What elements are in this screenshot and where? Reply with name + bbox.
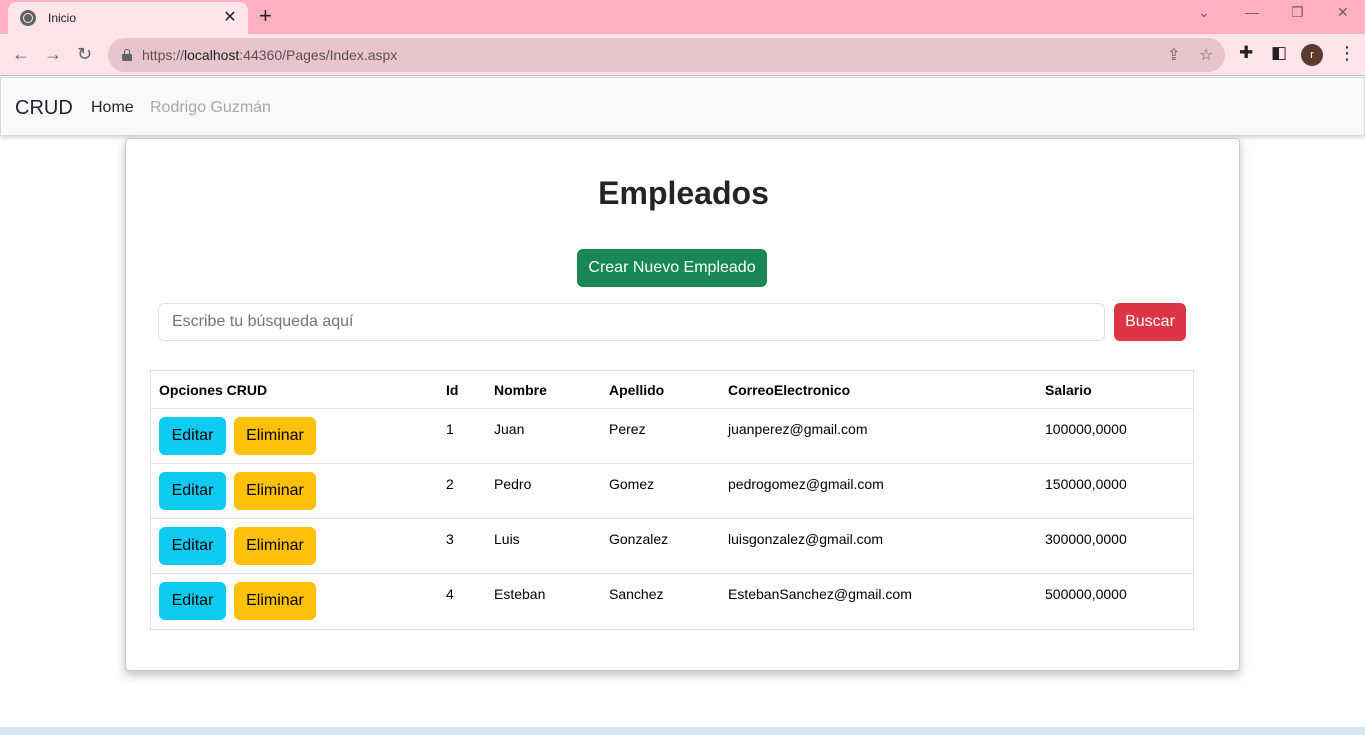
column-header-options: Opciones CRUD bbox=[159, 382, 268, 398]
cell-id: 3 bbox=[446, 531, 454, 547]
browser-tab-strip: Inicio ✕ + ⌄ — ❐ ✕ bbox=[0, 0, 1365, 34]
forward-icon[interactable]: → bbox=[44, 43, 62, 65]
cell-id: 2 bbox=[446, 476, 454, 492]
share-icon[interactable]: ⇪ bbox=[1167, 45, 1180, 65]
site-navbar: CRUD Home Rodrigo Guzmán bbox=[0, 77, 1365, 136]
cell-apellido: Gomez bbox=[609, 476, 655, 492]
employees-card: Empleados Crear Nuevo Empleado Buscar Op… bbox=[125, 138, 1240, 671]
cell-id: 4 bbox=[446, 586, 454, 602]
address-bar[interactable]: https://localhost:44360/Pages/Index.aspx… bbox=[108, 38, 1225, 72]
cell-salario: 500000,0000 bbox=[1045, 586, 1127, 602]
table-row: Editar Eliminar 1 Juan Perez juanperez@g… bbox=[151, 409, 1193, 464]
cell-nombre: Juan bbox=[494, 421, 525, 437]
column-header-salario: Salario bbox=[1045, 382, 1092, 398]
profile-avatar[interactable]: r bbox=[1301, 44, 1323, 66]
table-row: Editar Eliminar 3 Luis Gonzalez luisgonz… bbox=[151, 519, 1193, 574]
employees-table: Opciones CRUD Id Nombre Apellido CorreoE… bbox=[150, 370, 1194, 630]
edit-button[interactable]: Editar bbox=[159, 417, 226, 455]
column-header-correo: CorreoElectronico bbox=[728, 382, 851, 398]
cell-salario: 100000,0000 bbox=[1045, 421, 1127, 437]
reload-icon[interactable]: ↻ bbox=[77, 43, 92, 65]
cell-correo: EstebanSanchez@gmail.com bbox=[728, 586, 912, 602]
table-row: Editar Eliminar 2 Pedro Gomez pedrogomez… bbox=[151, 464, 1193, 519]
cell-apellido: Gonzalez bbox=[609, 531, 669, 547]
cell-correo: juanperez@gmail.com bbox=[728, 421, 868, 437]
search-input[interactable] bbox=[158, 303, 1105, 341]
globe-icon bbox=[20, 10, 36, 26]
side-panel-icon[interactable]: ◧ bbox=[1271, 43, 1287, 63]
cell-correo: luisgonzalez@gmail.com bbox=[728, 531, 884, 547]
create-employee-button[interactable]: Crear Nuevo Empleado bbox=[577, 249, 767, 287]
column-header-apellido: Apellido bbox=[609, 382, 665, 398]
os-taskbar bbox=[0, 727, 1365, 735]
delete-button[interactable]: Eliminar bbox=[234, 582, 316, 620]
extensions-puzzle-icon[interactable]: ✚ bbox=[1239, 43, 1253, 63]
cell-nombre: Luis bbox=[494, 531, 520, 547]
browser-tab[interactable]: Inicio ✕ bbox=[8, 2, 248, 34]
navbar-brand[interactable]: CRUD bbox=[15, 97, 73, 120]
lock-icon[interactable] bbox=[122, 49, 132, 61]
delete-button[interactable]: Eliminar bbox=[234, 527, 316, 565]
delete-button[interactable]: Eliminar bbox=[234, 417, 316, 455]
browser-toolbar: ← → ↻ https://localhost:44360/Pages/Inde… bbox=[0, 34, 1365, 76]
back-icon[interactable]: ← bbox=[12, 43, 30, 65]
nav-link-home[interactable]: Home bbox=[91, 99, 134, 117]
tab-search-icon[interactable]: ⌄ bbox=[1198, 4, 1210, 21]
new-tab-button[interactable]: + bbox=[259, 5, 272, 27]
page-title: Empleados bbox=[598, 175, 769, 211]
table-row: Editar Eliminar 4 Esteban Sanchez Esteba… bbox=[151, 574, 1193, 629]
window-close-icon[interactable]: ✕ bbox=[1337, 4, 1349, 21]
bookmark-star-icon[interactable]: ☆ bbox=[1199, 45, 1213, 65]
delete-button[interactable]: Eliminar bbox=[234, 472, 316, 510]
cell-id: 1 bbox=[446, 421, 454, 437]
edit-button[interactable]: Editar bbox=[159, 582, 226, 620]
tab-title: Inicio bbox=[48, 11, 77, 25]
edit-button[interactable]: Editar bbox=[159, 472, 226, 510]
cell-salario: 150000,0000 bbox=[1045, 476, 1127, 492]
cell-salario: 300000,0000 bbox=[1045, 531, 1127, 547]
nav-user-name: Rodrigo Guzmán bbox=[150, 99, 271, 116]
cell-nombre: Pedro bbox=[494, 476, 532, 492]
edit-button[interactable]: Editar bbox=[159, 527, 226, 565]
url-text: https://localhost:44360/Pages/Index.aspx bbox=[142, 47, 398, 63]
search-button[interactable]: Buscar bbox=[1114, 303, 1186, 341]
close-tab-icon[interactable]: ✕ bbox=[220, 8, 240, 28]
cell-apellido: Sanchez bbox=[609, 586, 664, 602]
cell-nombre: Esteban bbox=[494, 586, 546, 602]
cell-apellido: Perez bbox=[609, 421, 646, 437]
minimize-icon[interactable]: — bbox=[1245, 4, 1259, 20]
browser-menu-icon[interactable]: ⋮ bbox=[1338, 43, 1356, 64]
column-header-id: Id bbox=[446, 382, 459, 398]
cell-correo: pedrogomez@gmail.com bbox=[728, 476, 884, 492]
restore-icon[interactable]: ❐ bbox=[1291, 4, 1304, 21]
table-header: Opciones CRUD Id Nombre Apellido CorreoE… bbox=[151, 371, 1193, 409]
column-header-nombre: Nombre bbox=[494, 382, 547, 398]
